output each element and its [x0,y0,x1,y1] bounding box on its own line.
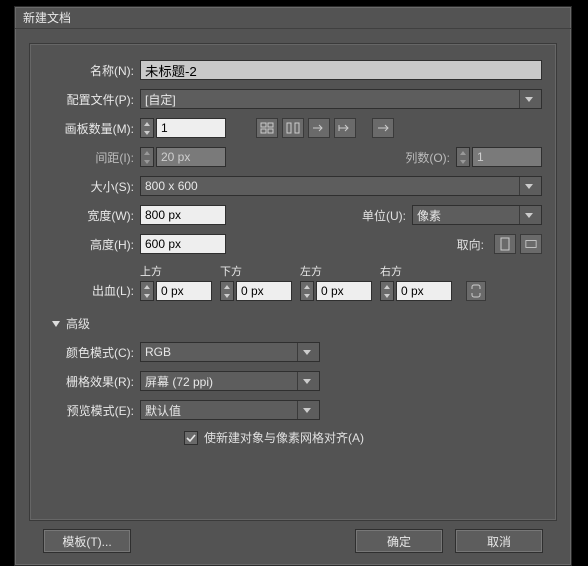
artboards-label: 画板数量(M): [44,120,140,137]
size-label: 大小(S): [44,178,140,195]
units-select[interactable]: 像素 [412,205,542,225]
chevron-down-icon [297,372,315,390]
spacing-label: 间距(I): [44,149,140,166]
bleed-label: 出血(L): [44,282,140,301]
height-label: 高度(H): [44,236,140,253]
templates-button[interactable]: 模板(T)... [43,529,131,553]
main-panel: 名称(N): 配置文件(P): [自定] 画板数量(M): [29,43,557,521]
advanced-label: 高级 [66,315,90,332]
templates-button-label: 模板(T)... [62,533,111,550]
raster-select[interactable]: 屏幕 (72 ppi) [140,371,320,391]
height-input[interactable] [140,234,226,254]
new-document-dialog: 新建文档 名称(N): 配置文件(P): [自定] 画板数量(M): [14,6,572,566]
grid-by-column-icon[interactable] [282,118,304,138]
orientation-landscape-icon[interactable] [520,234,542,254]
chevron-down-icon [297,343,315,361]
profile-value: [自定] [145,91,176,108]
name-label: 名称(N): [44,62,140,79]
cancel-button-label: 取消 [487,533,511,550]
chevron-down-icon [519,177,537,195]
profile-label: 配置文件(P): [44,91,140,108]
width-label: 宽度(W): [44,207,140,224]
bleed-left-input[interactable] [316,281,372,301]
bleed-right-label: 右方 [380,263,452,279]
profile-select[interactable]: [自定] [140,89,542,109]
grid-by-row-icon[interactable] [256,118,278,138]
raster-value: 屏幕 (72 ppi) [145,373,213,390]
bleed-right-input[interactable] [396,281,452,301]
bleed-top-input[interactable] [156,281,212,301]
preview-select[interactable]: 默认值 [140,400,320,420]
artboard-change-icon[interactable] [372,118,394,138]
columns-input[interactable] [472,147,542,167]
width-input[interactable] [140,205,226,225]
chevron-down-icon [297,401,315,419]
ok-button-label: 确定 [387,533,411,550]
titlebar: 新建文档 [15,7,571,29]
row-ltr-icon[interactable] [308,118,330,138]
bleed-top-stepper[interactable] [140,281,154,301]
colormode-label: 颜色模式(C): [44,344,140,361]
size-value: 800 x 600 [145,179,198,193]
align-pixel-label: 使新建对象与像素网格对齐(A) [204,429,364,446]
window-title: 新建文档 [23,9,71,26]
preview-value: 默认值 [145,402,181,419]
artboard-layout-icons [256,118,356,138]
spacing-input[interactable] [156,147,226,167]
chevron-down-icon [519,206,537,224]
raster-label: 栅格效果(R): [44,373,140,390]
columns-stepper[interactable] [456,147,470,167]
bleed-bottom-stepper[interactable] [220,281,234,301]
orientation-label: 取向: [430,236,490,253]
colormode-value: RGB [145,345,171,359]
preview-label: 预览模式(E): [44,402,140,419]
bleed-bottom-input[interactable] [236,281,292,301]
triangle-down-icon [52,320,60,328]
artboards-input[interactable] [156,118,226,138]
artboards-stepper[interactable] [140,118,154,138]
link-bleed-icon[interactable] [466,281,486,301]
ok-button[interactable]: 确定 [355,529,443,553]
chevron-down-icon [519,90,537,108]
colormode-select[interactable]: RGB [140,342,320,362]
units-label: 单位(U): [352,207,412,224]
units-value: 像素 [417,207,441,224]
bleed-top-label: 上方 [140,263,212,279]
cancel-button[interactable]: 取消 [455,529,543,553]
bleed-right-stepper[interactable] [380,281,394,301]
advanced-disclosure[interactable]: 高级 [52,315,542,332]
name-input[interactable] [140,60,542,80]
bleed-left-stepper[interactable] [300,281,314,301]
columns-label: 列数(O): [396,149,456,166]
orientation-portrait-icon[interactable] [494,234,516,254]
bleed-bottom-label: 下方 [220,263,292,279]
row-rtl-icon[interactable] [334,118,356,138]
bleed-left-label: 左方 [300,263,372,279]
spacing-stepper[interactable] [140,147,154,167]
align-pixel-checkbox[interactable] [184,431,198,445]
size-select[interactable]: 800 x 600 [140,176,542,196]
